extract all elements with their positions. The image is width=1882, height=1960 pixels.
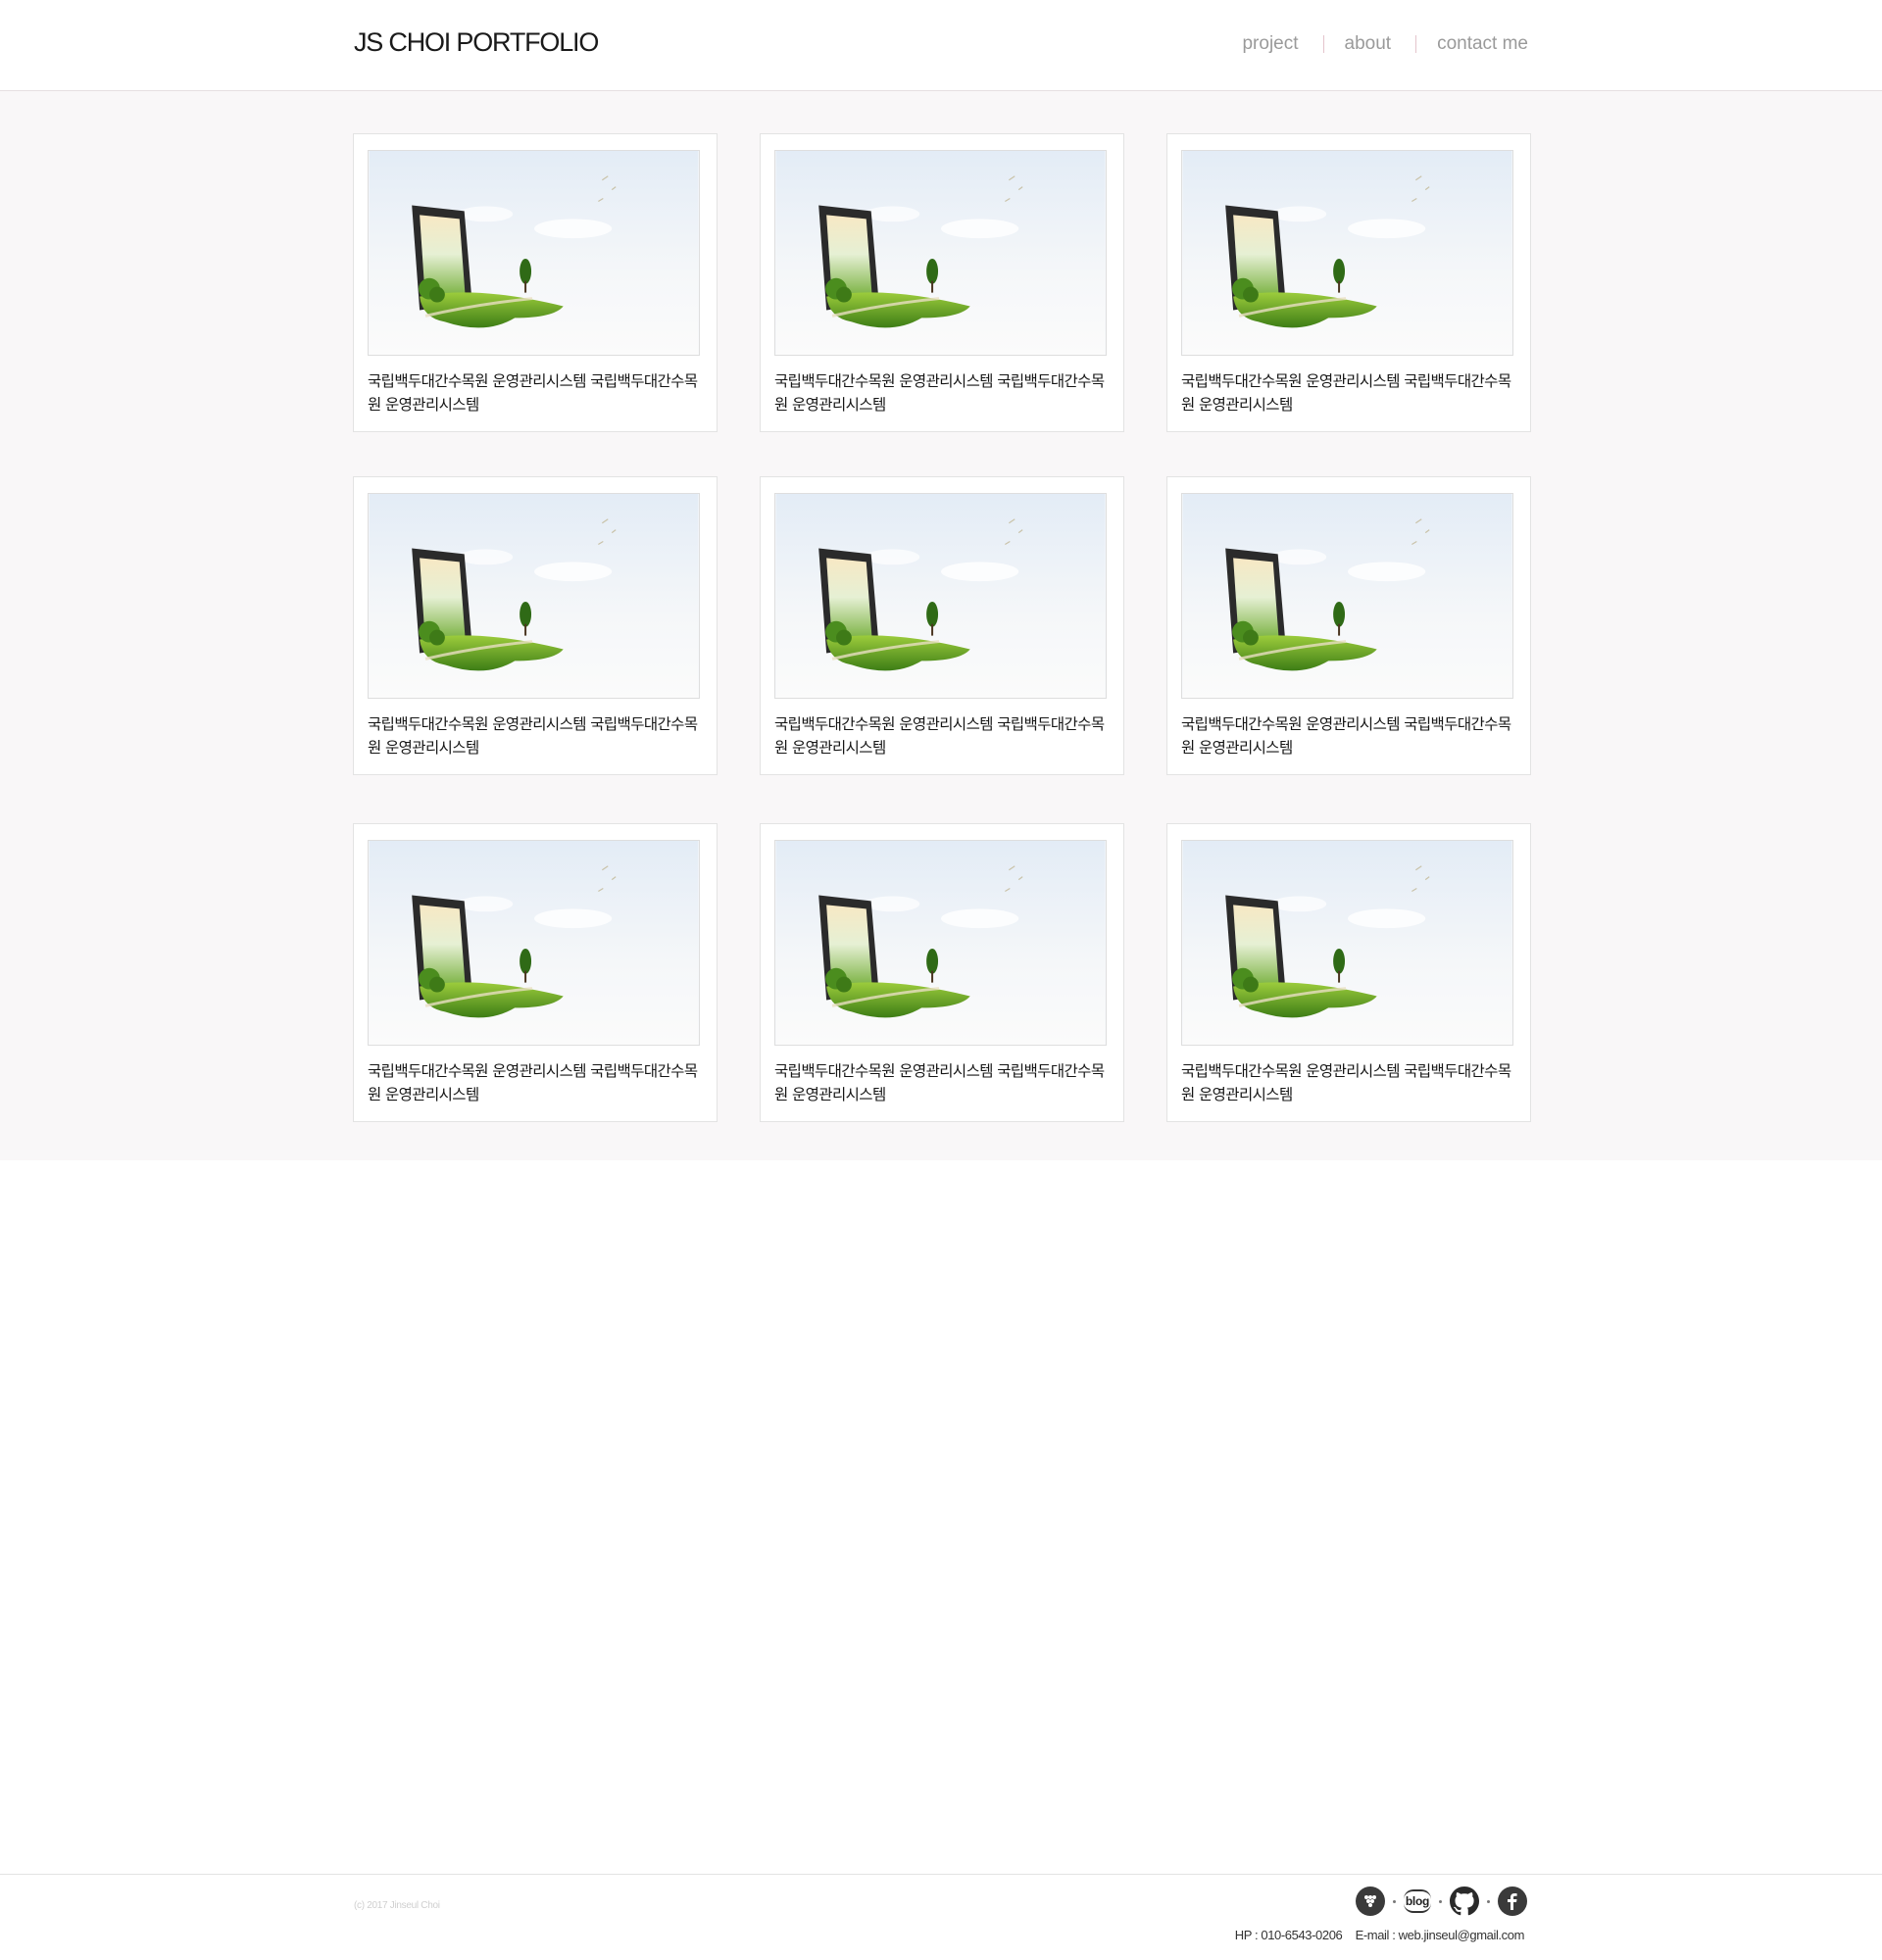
project-thumbnail	[1181, 150, 1513, 356]
email-address[interactable]: E-mail : web.jinseul@gmail.com	[1356, 1928, 1525, 1942]
project-title: 국립백두대간수목원 운영관리시스템 국립백두대간수목원 운영관리시스템	[368, 715, 698, 757]
project-card[interactable]: 국립백두대간수목원 운영관리시스템 국립백두대간수목원 운영관리시스템	[760, 133, 1124, 432]
project-thumbnail	[368, 840, 700, 1046]
project-thumbnail	[774, 150, 1107, 356]
project-title: 국립백두대간수목원 운영관리시스템 국립백두대간수목원 운영관리시스템	[368, 372, 698, 414]
project-title: 국립백두대간수목원 운영관리시스템 국립백두대간수목원 운영관리시스템	[774, 1062, 1105, 1103]
project-card[interactable]: 국립백두대간수목원 운영관리시스템 국립백두대간수목원 운영관리시스템	[760, 823, 1124, 1122]
nav-contact-me[interactable]: contact me	[1437, 33, 1528, 55]
project-thumbnail	[1181, 840, 1513, 1046]
project-card[interactable]: 국립백두대간수목원 운영관리시스템 국립백두대간수목원 운영관리시스템	[1166, 476, 1531, 775]
nav-about[interactable]: about	[1345, 33, 1392, 55]
project-grid: 국립백두대간수목원 운영관리시스템 국립백두대간수목원 운영관리시스템 국립백두…	[0, 91, 1882, 1160]
social-links: blog	[1355, 1886, 1527, 1916]
project-thumbnail	[1181, 493, 1513, 699]
copyright: (c) 2017 Jinseul Choi	[354, 1900, 440, 1911]
main-nav: project about contact me	[1242, 33, 1528, 55]
project-title: 국립백두대간수목원 운영관리시스템 국립백두대간수목원 운영관리시스템	[1181, 1062, 1511, 1103]
facebook-icon[interactable]	[1498, 1886, 1527, 1916]
blog-icon[interactable]: blog	[1403, 1889, 1431, 1913]
project-title: 국립백두대간수목원 운영관리시스템 국립백두대간수목원 운영관리시스템	[774, 715, 1105, 757]
project-card[interactable]: 국립백두대간수목원 운영관리시스템 국립백두대간수목원 운영관리시스템	[353, 476, 718, 775]
project-card[interactable]: 국립백두대간수목원 운영관리시스템 국립백두대간수목원 운영관리시스템	[1166, 133, 1531, 432]
kakao-icon[interactable]	[1355, 1886, 1385, 1916]
project-title: 국립백두대간수목원 운영관리시스템 국립백두대간수목원 운영관리시스템	[1181, 372, 1511, 414]
phone-number: HP : 010-6543-0206	[1234, 1928, 1343, 1942]
project-thumbnail	[774, 493, 1107, 699]
social-divider	[1392, 1899, 1396, 1903]
project-title: 국립백두대간수목원 운영관리시스템 국립백두대간수목원 운영관리시스템	[1181, 715, 1511, 757]
nav-divider	[1415, 35, 1417, 53]
contact-info: HP : 010-6543-0206 E-mail : web.jinseul@…	[1234, 1928, 1525, 1942]
site-footer: (c) 2017 Jinseul Choi blog HP : 010-6543…	[0, 1874, 1882, 1960]
nav-project[interactable]: project	[1242, 33, 1298, 55]
nav-divider	[1322, 35, 1324, 53]
project-card[interactable]: 국립백두대간수목원 운영관리시스템 국립백두대간수목원 운영관리시스템	[1166, 823, 1531, 1122]
project-card[interactable]: 국립백두대간수목원 운영관리시스템 국립백두대간수목원 운영관리시스템	[353, 823, 718, 1122]
social-divider	[1439, 1899, 1442, 1903]
project-thumbnail	[774, 840, 1107, 1046]
project-title: 국립백두대간수목원 운영관리시스템 국립백두대간수목원 운영관리시스템	[774, 372, 1105, 414]
social-divider	[1487, 1899, 1490, 1903]
project-thumbnail	[368, 493, 700, 699]
project-card[interactable]: 국립백두대간수목원 운영관리시스템 국립백두대간수목원 운영관리시스템	[760, 476, 1124, 775]
site-logo[interactable]: JS CHOI PORTFOLIO	[354, 27, 599, 58]
github-icon[interactable]	[1450, 1886, 1479, 1916]
site-header: JS CHOI PORTFOLIO project about contact …	[0, 0, 1882, 91]
project-title: 국립백두대간수목원 운영관리시스템 국립백두대간수목원 운영관리시스템	[368, 1062, 698, 1103]
project-thumbnail	[368, 150, 700, 356]
project-card[interactable]: 국립백두대간수목원 운영관리시스템 국립백두대간수목원 운영관리시스템	[353, 133, 718, 432]
